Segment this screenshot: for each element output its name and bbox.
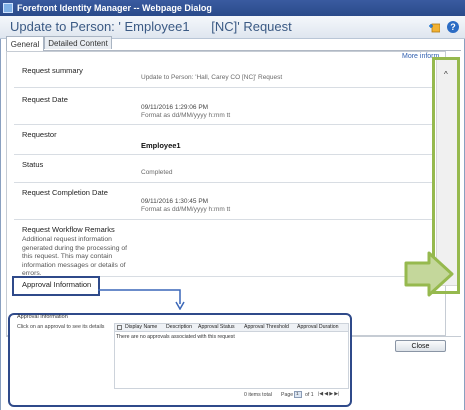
remarks-label: Request Workflow Remarks bbox=[22, 225, 115, 234]
remarks-description-line: Additional request information bbox=[22, 236, 112, 243]
window-titlebar: Forefront Identity Manager -- Webpage Di… bbox=[0, 0, 465, 16]
dialog-title-suffix: [NC]' Request bbox=[211, 19, 292, 34]
remarks-description-line: information messages or details of bbox=[22, 261, 126, 269]
divider bbox=[14, 87, 432, 88]
page-label: Page bbox=[281, 392, 294, 398]
status-value: Completed bbox=[141, 169, 173, 176]
divider bbox=[14, 124, 432, 125]
column-description[interactable]: Description bbox=[166, 324, 192, 330]
status-label: Status bbox=[22, 160, 44, 169]
dialog-title: Update to Person: ' Employee1 [NC]' Requ… bbox=[10, 19, 292, 34]
empty-grid-message: There are no approvals associated with t… bbox=[116, 334, 235, 340]
column-display-name[interactable]: Display Name bbox=[125, 324, 157, 330]
page-number-value: 1 bbox=[296, 392, 299, 397]
tab-general[interactable]: General bbox=[6, 36, 44, 51]
completion-date-value: 09/11/2016 1:30:45 PM bbox=[141, 198, 209, 205]
close-button[interactable]: Close bbox=[395, 340, 446, 352]
page-count: of 1 bbox=[305, 392, 314, 398]
remarks-description-line: generated during the processing of bbox=[22, 244, 128, 252]
window-title: Forefront Identity Manager -- Webpage Di… bbox=[17, 3, 212, 13]
request-summary-label: Request summary bbox=[22, 66, 83, 75]
approvals-grid bbox=[114, 332, 349, 389]
column-approval-threshold[interactable]: Approval Threshold bbox=[244, 324, 289, 330]
select-all-checkbox[interactable] bbox=[117, 325, 122, 330]
help-icon[interactable]: ? bbox=[447, 21, 459, 33]
pager-navigation-icons[interactable]: |◀ ◀ ▶ ▶| bbox=[318, 392, 339, 397]
divider bbox=[14, 219, 432, 220]
dialog-title-prefix: Update to Person: ' bbox=[10, 19, 121, 34]
completion-date-label: Request Completion Date bbox=[22, 188, 108, 197]
divider bbox=[14, 154, 432, 155]
remarks-description-line: this request. This may contain bbox=[22, 253, 113, 260]
add-to-list-icon[interactable] bbox=[428, 21, 440, 33]
requestor-label: Requestor bbox=[22, 130, 57, 139]
request-summary-value: Update to Person: 'Hall, Carey CO [NC]' … bbox=[141, 74, 283, 81]
request-date-format: Format as dd/MM/yyyy h:mm tt bbox=[141, 112, 231, 119]
request-date-label: Request Date bbox=[22, 95, 68, 104]
callout-connector bbox=[98, 289, 185, 310]
column-approval-status[interactable]: Approval Status bbox=[198, 324, 235, 330]
tab-detailed-content[interactable]: Detailed Content bbox=[44, 36, 112, 49]
column-approval-duration[interactable]: Approval Duration bbox=[297, 324, 339, 330]
divider bbox=[14, 182, 432, 183]
approval-information-highlight bbox=[12, 276, 100, 296]
app-icon bbox=[3, 3, 13, 13]
completion-date-format: Format as dd/MM/yyyy h:mm tt bbox=[141, 206, 231, 213]
items-total: 0 items total bbox=[244, 392, 272, 398]
remarks-description: Additional request information generated… bbox=[22, 236, 132, 279]
dialog-title-name: Employee1 bbox=[124, 19, 190, 34]
approval-panel-hint: Click on an approval to see its details bbox=[17, 324, 105, 330]
request-date-value: 09/11/2016 1:29:06 PM bbox=[141, 104, 209, 111]
requestor-value[interactable]: Employee1 bbox=[141, 141, 181, 150]
approval-panel-title: Approval Information bbox=[17, 314, 68, 320]
arrow-right-icon bbox=[404, 251, 454, 297]
